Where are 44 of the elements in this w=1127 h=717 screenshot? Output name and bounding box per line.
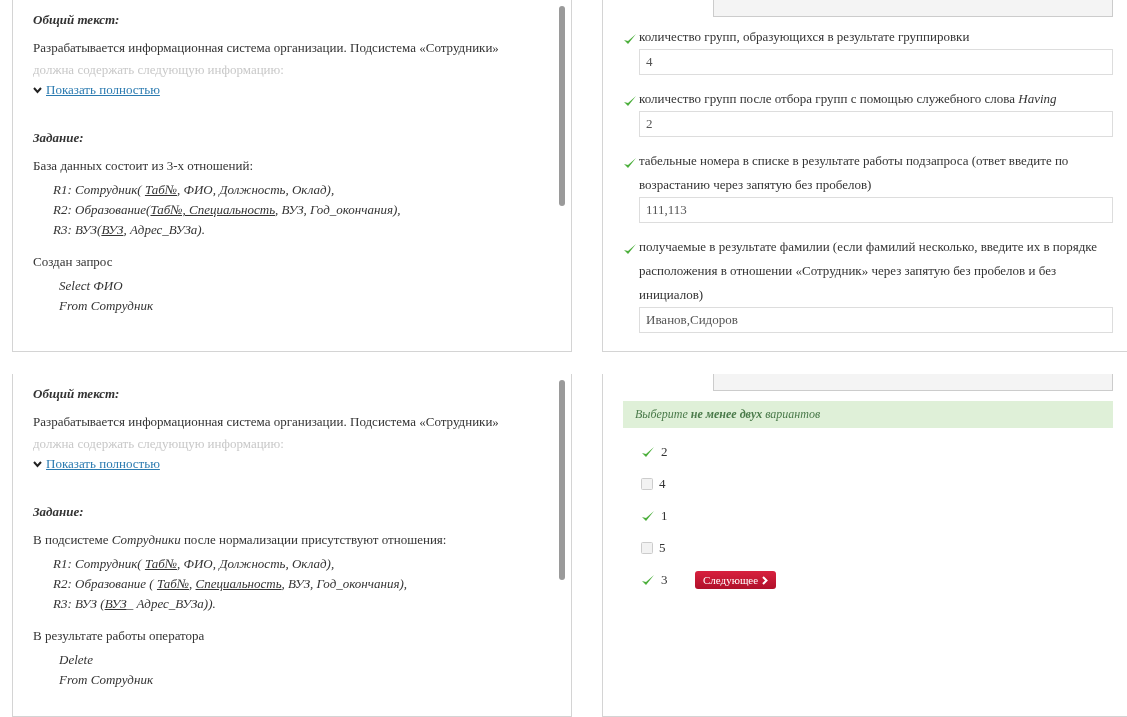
text-field[interactable] (713, 0, 1113, 17)
question-text: получаемые в результате фамилии (если фамилий несколько, введите их в порядке расположения в отношении «Сотрудник» через запятую без пробелов и без инициалов) (639, 238, 1099, 304)
hint-banner: Выберите не менее двух вариантов (623, 401, 1113, 428)
answer-field[interactable]: 111,113 (639, 197, 1113, 223)
chevron-down-icon (33, 460, 42, 468)
relation-formula: R2: Образование ( Таб№, Специальность, ВУЗ, Год_окончания), (52, 575, 408, 593)
chevron-right-icon (762, 575, 769, 585)
section-heading: Задание: (33, 129, 84, 147)
option-label: 3 (661, 572, 669, 588)
show-more-link[interactable]: Показать полностью (46, 80, 160, 100)
query-code: From Сотрудник (58, 671, 153, 689)
intro-text: Разрабатывается информационная система организации. Подсистема «Сотрудники» (33, 39, 500, 57)
question-text: количество групп, образующихся в результате группировки (639, 28, 971, 46)
section-heading: Задание: (33, 503, 84, 521)
question-text: табельные номера в списке в результате работы подзапроса (ответ введите по возрастанию через запятую без пробелов) (639, 152, 1070, 194)
next-button[interactable]: Следующее (695, 571, 777, 589)
task-text: В результате работы оператора (33, 627, 205, 645)
answer-field[interactable]: 4 (639, 49, 1113, 75)
relation-formula: R2: Образование(Таб№, Специальность, ВУЗ, Год_окончания), (52, 201, 401, 219)
task-text: Создан запрос (33, 253, 113, 271)
checkbox-icon[interactable] (641, 478, 653, 490)
query-code: From Сотрудник (58, 297, 153, 315)
relation-formula: R1: Сотрудник( Таб№, ФИО, Должность, Оклад), (52, 181, 335, 199)
section-heading: Общий текст: (33, 385, 120, 403)
task-text: База данных состоит из 3-х отношений: (33, 157, 254, 175)
option-label: 4 (659, 476, 667, 492)
query-code: Delete (58, 651, 93, 669)
section-heading: Общий текст: (33, 11, 120, 29)
option-label: 1 (661, 508, 669, 524)
answer-field[interactable]: 2 (639, 111, 1113, 137)
relation-formula: R3: ВУЗ(ВУЗ, Адрес_ВУЗа). (52, 221, 205, 239)
task-text: В подсистеме Сотрудники после нормализации присутствуют отношения: (33, 531, 447, 549)
answer-field[interactable]: Иванов,Сидоров (639, 307, 1113, 333)
checkbox-icon[interactable] (641, 542, 653, 554)
query-code: Select ФИО (58, 277, 123, 295)
question-text: количество групп после отбора групп с помощью служебного слова Having (639, 90, 1058, 108)
relation-formula: R1: Сотрудник( Таб№, ФИО, Должность, Оклад), (52, 555, 335, 573)
text-field[interactable] (713, 374, 1113, 391)
option-label: 2 (661, 444, 669, 460)
chevron-down-icon (33, 86, 42, 94)
relation-formula: R3: ВУЗ (ВУЗ_ Адрес_ВУЗа)). (52, 595, 216, 613)
show-more-link[interactable]: Показать полностью (46, 454, 160, 474)
option-label: 5 (659, 540, 667, 556)
intro-text: Разрабатывается информационная система организации. Подсистема «Сотрудники» (33, 413, 500, 431)
